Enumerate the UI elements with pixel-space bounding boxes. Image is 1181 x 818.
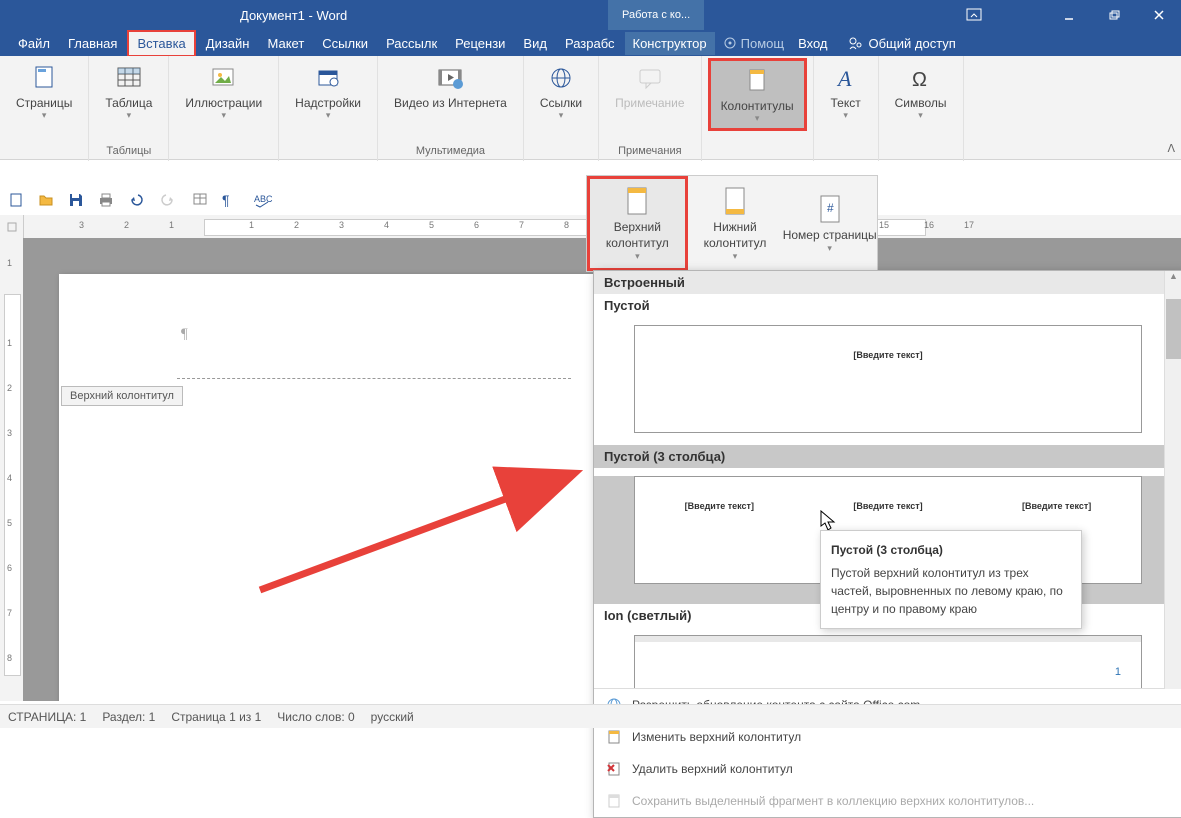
text-button[interactable]: AТекст▾ bbox=[820, 58, 872, 125]
links-button[interactable]: Ссылки▾ bbox=[530, 58, 592, 125]
page-number-dropdown-button[interactable]: #Номер страницы ▾ bbox=[782, 176, 877, 271]
header-editing-zone[interactable]: ¶ Верхний колонтитул bbox=[177, 326, 571, 379]
vertical-ruler[interactable]: 1 1 2 3 4 5 6 7 8 bbox=[0, 238, 24, 701]
status-section[interactable]: Раздел: 1 bbox=[102, 710, 155, 724]
gallery-item-empty3-label: Пустой (3 столбца) bbox=[594, 445, 1181, 468]
addins-button[interactable]: Надстройки▾ bbox=[285, 58, 371, 125]
mouse-cursor-icon bbox=[820, 510, 838, 532]
share-button[interactable]: Общий доступ bbox=[847, 35, 955, 51]
header-footer-button[interactable]: Колонтитулы▾ bbox=[708, 58, 807, 131]
status-word-count[interactable]: Число слов: 0 bbox=[277, 710, 354, 724]
new-file-icon[interactable] bbox=[8, 192, 24, 208]
gallery-remove-header[interactable]: Удалить верхний колонтитул bbox=[594, 753, 1181, 785]
paragraph-mark: ¶ bbox=[181, 326, 188, 343]
comment-button: Примечание bbox=[605, 58, 694, 114]
menu-review[interactable]: Рецензи bbox=[447, 32, 513, 55]
status-page[interactable]: СТРАНИЦА: 1 bbox=[8, 710, 86, 724]
svg-text:¶: ¶ bbox=[222, 192, 230, 208]
svg-text:#: # bbox=[827, 201, 834, 215]
ruler-corner[interactable] bbox=[0, 215, 24, 239]
document-title: Документ1 - Word bbox=[240, 8, 347, 23]
menu-constructor[interactable]: Конструктор bbox=[625, 32, 715, 55]
open-file-icon[interactable] bbox=[38, 192, 54, 208]
pages-button[interactable]: Страницы▾ bbox=[6, 58, 82, 125]
group-comments-label: Примечания bbox=[618, 145, 682, 161]
svg-text:ABC: ABC bbox=[254, 194, 273, 204]
quick-print-icon[interactable] bbox=[98, 192, 114, 208]
menu-insert[interactable]: Вставка bbox=[127, 30, 195, 57]
menu-design[interactable]: Дизайн bbox=[198, 32, 258, 55]
table-button[interactable]: Таблица▾ bbox=[95, 58, 162, 125]
status-page-of[interactable]: Страница 1 из 1 bbox=[171, 710, 261, 724]
spelling-icon[interactable]: ABC bbox=[254, 192, 274, 208]
status-bar: СТРАНИЦА: 1 Раздел: 1 Страница 1 из 1 Чи… bbox=[0, 704, 1181, 728]
menu-home[interactable]: Главная bbox=[60, 32, 125, 55]
minimize-button[interactable] bbox=[1046, 0, 1091, 30]
close-button[interactable] bbox=[1136, 0, 1181, 30]
gallery-save-selection: Сохранить выделенный фрагмент в коллекци… bbox=[594, 785, 1181, 817]
group-tables-label: Таблицы bbox=[106, 145, 151, 161]
gallery-item-empty[interactable]: [Введите текст] bbox=[634, 325, 1142, 433]
tell-me[interactable]: Помощ bbox=[723, 36, 784, 51]
footer-dropdown-button[interactable]: Нижний колонтитул ▾ bbox=[688, 176, 783, 271]
group-multimedia-label: Мультимедиа bbox=[416, 145, 485, 161]
redo-icon bbox=[160, 192, 178, 208]
menu-layout[interactable]: Макет bbox=[259, 32, 312, 55]
symbols-button[interactable]: ΩСимволы▾ bbox=[885, 58, 957, 125]
menu-developer[interactable]: Разрабс bbox=[557, 32, 623, 55]
menu-login[interactable]: Вход bbox=[790, 32, 835, 55]
save-icon[interactable] bbox=[68, 192, 84, 208]
gallery-scrollbar[interactable]: ▲ bbox=[1164, 271, 1181, 689]
table-draw-icon[interactable] bbox=[192, 192, 208, 208]
gallery-group-builtin: Встроенный bbox=[594, 271, 1181, 294]
svg-text:Ω: Ω bbox=[912, 69, 927, 91]
header-footer-dropdown-panel: Верхний колонтитул ▾ Нижний колонтитул ▾… bbox=[586, 175, 878, 272]
ribbon-display-options[interactable] bbox=[951, 0, 996, 30]
header-dropdown-button[interactable]: Верхний колонтитул ▾ bbox=[587, 176, 688, 271]
page[interactable]: ¶ Верхний колонтитул bbox=[59, 274, 599, 701]
menu-references[interactable]: Ссылки bbox=[314, 32, 376, 55]
restore-button[interactable] bbox=[1091, 0, 1136, 30]
undo-icon[interactable] bbox=[128, 192, 146, 208]
menu-bar: Файл Главная Вставка Дизайн Макет Ссылки… bbox=[0, 30, 1181, 56]
illustrations-button[interactable]: Иллюстрации▾ bbox=[175, 58, 272, 125]
paragraph-icon[interactable]: ¶ bbox=[222, 192, 240, 208]
menu-view[interactable]: Вид bbox=[515, 32, 555, 55]
collapse-ribbon-icon[interactable]: ᐱ bbox=[1167, 142, 1175, 155]
menu-mailings[interactable]: Рассылк bbox=[378, 32, 445, 55]
gallery-item-ionlight[interactable]: 1 bbox=[634, 635, 1142, 688]
contextual-tab-label: Работа с ко... bbox=[608, 0, 704, 30]
tooltip: Пустой (3 столбца) Пустой верхний колонт… bbox=[820, 530, 1082, 629]
title-bar: Документ1 - Word Работа с ко... bbox=[0, 0, 1181, 30]
menu-file[interactable]: Файл bbox=[10, 32, 58, 55]
gallery-item-empty-label: Пустой bbox=[594, 294, 1181, 317]
svg-text:A: A bbox=[836, 66, 852, 91]
status-language[interactable]: русский bbox=[371, 710, 414, 724]
online-video-button[interactable]: Видео из Интернета bbox=[384, 58, 517, 114]
quick-access-toolbar: ¶ ABC bbox=[0, 185, 274, 215]
header-region-tag: Верхний колонтитул bbox=[61, 386, 183, 406]
ribbon: Страницы▾ Таблица▾ Таблицы Иллюстрации▾ Н… bbox=[0, 56, 1181, 160]
